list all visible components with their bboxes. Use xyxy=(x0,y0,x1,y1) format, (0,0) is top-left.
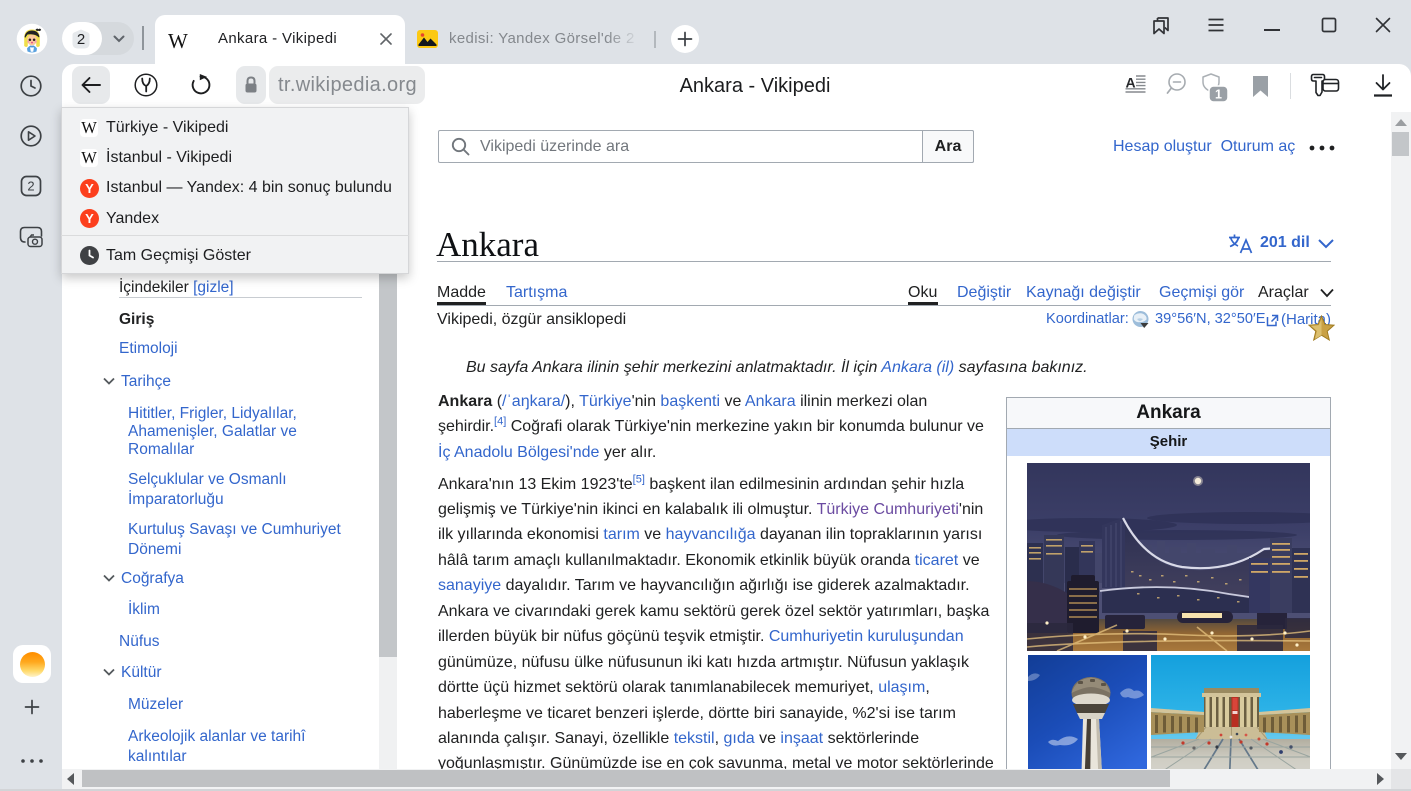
svg-text:2: 2 xyxy=(27,179,34,194)
svg-text:A: A xyxy=(1125,75,1135,91)
svg-text:2: 2 xyxy=(77,31,85,48)
svg-text:1: 1 xyxy=(1215,88,1222,102)
